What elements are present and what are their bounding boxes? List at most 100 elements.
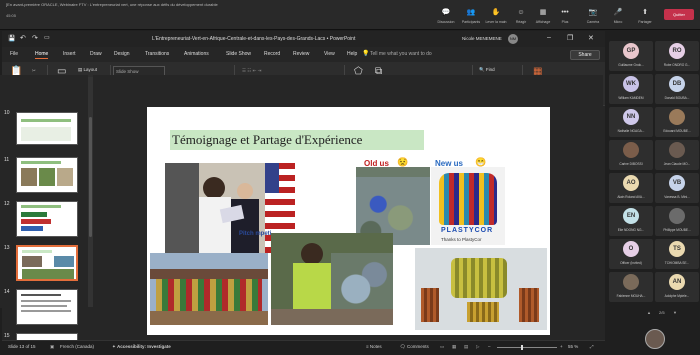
chat-icon: 💬 (441, 9, 451, 16)
slide-title[interactable]: Témoignage et Partage d'Expérience (170, 130, 424, 150)
chat-button[interactable]: 💬 Discussion (433, 9, 459, 24)
find-button[interactable]: 🔍 Find (479, 67, 495, 73)
accessibility-status[interactable]: ✦ Accessibility: Investigate (112, 344, 171, 350)
cut-icon[interactable]: ✂ (32, 68, 36, 74)
participant-tile[interactable]: NN Nathalie NGAGA... (609, 107, 653, 137)
participant-name: TCHIOMBA SE... (664, 261, 690, 265)
autosave-icon[interactable]: 💾 (8, 35, 15, 42)
more-button[interactable]: ••• Plus (552, 9, 578, 24)
participant-tile[interactable]: EN Elie NDONG NG... (609, 206, 653, 236)
thumb-number: 15 (4, 333, 10, 339)
participant-name: Carine DIBOSSI (619, 162, 643, 166)
participant-name: Robe ONDRO G... (663, 63, 691, 67)
participant-tile[interactable]: RO Robe ONDRO G... (655, 41, 699, 71)
avatar: NN (623, 109, 639, 125)
tab-record[interactable]: Record (264, 51, 280, 57)
restore-icon[interactable]: ❐ (567, 34, 573, 42)
tab-home[interactable]: Home (35, 51, 49, 59)
slide-counter: Slide 13 of 15 (8, 344, 36, 349)
thanks-text: Thanks to PlastyCor (441, 237, 482, 242)
people-icon: 👥 (466, 9, 476, 16)
comments-button[interactable]: 🗨 Comments (400, 344, 429, 350)
raise-hand-button[interactable]: ✋ Lever la main (483, 9, 509, 24)
participant-name: Guillaume Gnok... (618, 63, 644, 67)
participant-name: Adolphe Mpiele... (664, 294, 690, 298)
tab-draw[interactable]: Draw (90, 51, 102, 57)
normal-view-icon[interactable]: ▭ (440, 344, 444, 350)
pitch-text: Pitch mpeti (239, 231, 272, 237)
participant-tile[interactable]: Edouard MOUBE... (655, 107, 699, 137)
zoom-slider[interactable] (497, 345, 557, 350)
camera-button[interactable]: 📷 Caméra (580, 9, 606, 24)
slideshow-view-icon[interactable]: ▷ (476, 344, 479, 350)
ppt-title-bar: 💾 ↶ ↷ ▭ L'Entrepreneuriat-Vert-en-Afriqu… (2, 31, 605, 47)
photo-collector (271, 233, 393, 325)
spellcheck-icon[interactable]: ▣ (50, 344, 54, 350)
participant-name: Phillippe MOUBE... (663, 228, 691, 232)
chevron-up-icon[interactable]: ▲ (647, 310, 651, 315)
close-icon[interactable]: ✕ (588, 34, 594, 42)
sorter-view-icon[interactable]: ▦ (452, 344, 456, 350)
participants-button[interactable]: 👥 Participants (458, 9, 484, 24)
zoom-level[interactable]: 55 % (568, 344, 578, 349)
tab-design[interactable]: Design (114, 51, 130, 57)
avatar[interactable]: NM (508, 34, 518, 44)
share-screen-button[interactable]: ⬆ Partager (632, 9, 658, 24)
language-status[interactable]: French (Canada) (60, 344, 94, 349)
share-button[interactable]: Share (570, 50, 600, 60)
avatar: DB (669, 76, 685, 92)
mic-button[interactable]: 🎤 Micro (605, 9, 631, 24)
participant-tile[interactable]: Fabienne MOUHA... (609, 272, 653, 302)
slide-thumb-10[interactable] (16, 112, 78, 145)
layout-button[interactable]: ▤ Layout (78, 67, 97, 73)
bullets-icon[interactable]: ☰ ☷ ⇤ ⇥ (242, 68, 261, 74)
participant-name: Jean Claude MO... (663, 162, 691, 166)
chevron-down-icon[interactable]: ▼ (673, 310, 677, 315)
tab-review[interactable]: Review (293, 51, 309, 57)
fit-slide-icon[interactable]: ⤢ (590, 344, 594, 349)
redo-icon[interactable]: ↷ (32, 34, 38, 42)
reading-view-icon[interactable]: ▤ (464, 344, 468, 350)
participant-tile[interactable]: GP Guillaume Gnok... (609, 41, 653, 71)
tab-file[interactable]: File (10, 51, 18, 57)
participant-tile[interactable]: TS TCHIOMBA SE... (655, 239, 699, 269)
tab-transitions[interactable]: Transitions (145, 51, 169, 57)
photo-bottle-furniture (415, 248, 547, 330)
participant-tile[interactable]: O Officer (Invited) (609, 239, 653, 269)
tab-slide-show[interactable]: Slide Show (226, 51, 251, 57)
thumb-number: 12 (4, 201, 10, 207)
self-video[interactable] (645, 329, 665, 349)
participant-tile[interactable]: DB Donald BOUBA... (655, 74, 699, 104)
slide-thumb-13-selected[interactable] (16, 245, 78, 281)
participant-tile[interactable]: Jean Claude MO... (655, 140, 699, 170)
avatar (669, 109, 685, 125)
participant-tile[interactable]: VB Vanessa B. Mini... (655, 173, 699, 203)
zoom-in-icon[interactable]: + (560, 344, 563, 349)
present-icon[interactable]: ▭ (44, 34, 50, 41)
minimize-icon[interactable]: – (547, 34, 551, 41)
tab-insert[interactable]: Insert (63, 51, 76, 57)
participant-tile[interactable]: WK William KAMDEM (609, 74, 653, 104)
participants-gallery: GP Guillaume Gnok... RO Robe ONDRO G... WK Wi… (607, 31, 700, 355)
tab-animations[interactable]: Animations (184, 51, 209, 57)
notes-button[interactable]: ≡ Notes (366, 344, 382, 349)
leave-button[interactable]: Quitter (664, 9, 694, 20)
participant-tile[interactable]: AN Adolphe Mpiele... (655, 272, 699, 302)
tab-help[interactable]: Help (347, 51, 357, 57)
slide-thumb-14[interactable] (16, 289, 78, 325)
more-icon: ••• (561, 9, 569, 16)
zoom-out-icon[interactable]: – (488, 344, 491, 349)
participant-tile[interactable]: Carine DIBOSSI (609, 140, 653, 170)
thumb-number: 13 (4, 245, 10, 251)
participant-tile[interactable]: Phillippe MOUBE... (655, 206, 699, 236)
tab-view[interactable]: View (324, 51, 335, 57)
avatar: WK (623, 76, 639, 92)
participant-tile[interactable]: AO Alain Roland AVA... (609, 173, 653, 203)
tell-me-search[interactable]: Tell me what you want to do (370, 51, 432, 57)
slide-thumb-11[interactable] (16, 157, 78, 193)
avatar: GP (623, 43, 639, 59)
slide-thumb-12[interactable] (16, 201, 78, 237)
undo-icon[interactable]: ↶ (20, 34, 26, 42)
avatar: RO (669, 43, 685, 59)
meeting-timer: 45:05 (6, 13, 17, 18)
